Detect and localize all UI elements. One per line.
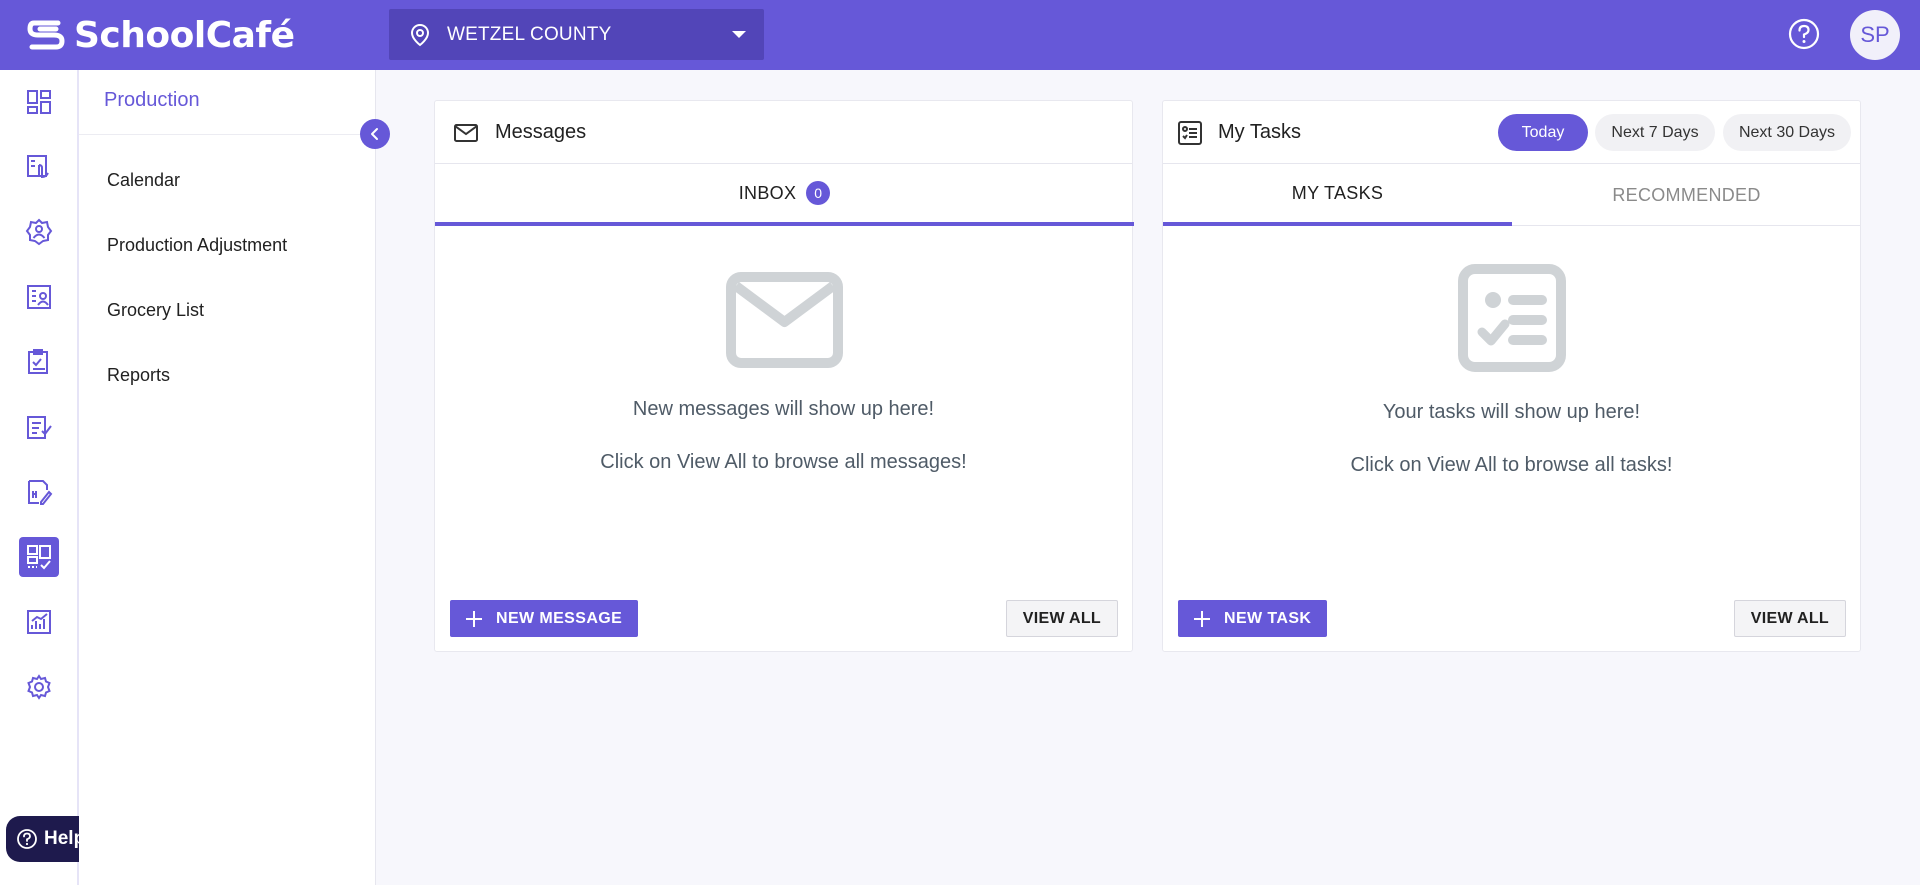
settings-icon [27, 674, 51, 700]
icon-rail: Help [0, 70, 102, 885]
messages-empty-line2: Click on View All to browse all messages… [600, 451, 967, 473]
tasks-tabs: MY TASKS RECOMMENDED [1163, 164, 1860, 226]
new-message-label: NEW MESSAGE [496, 609, 623, 627]
tab-inbox-label: INBOX [738, 182, 797, 203]
rail-reports[interactable] [19, 602, 59, 642]
new-task-label: NEW TASK [1224, 609, 1312, 627]
production-subnav: Production Calendar Production Adjustmen… [79, 70, 376, 885]
tab-my-tasks[interactable]: MY TASKS [1163, 164, 1512, 226]
rail-checklist[interactable] [19, 407, 59, 447]
filter-today[interactable]: Today [1498, 114, 1588, 151]
reports-chart-icon [27, 610, 51, 634]
tasks-view-all-button[interactable]: VIEW ALL [1733, 600, 1846, 637]
filter-next-30-days[interactable]: Next 30 Days [1723, 114, 1851, 151]
tab-recommended[interactable]: RECOMMENDED [1512, 164, 1861, 226]
rail-touch-board[interactable] [19, 147, 59, 187]
menu-edit-icon [28, 480, 53, 505]
rail-menu-edit[interactable] [19, 472, 59, 512]
rail-settings[interactable] [19, 667, 59, 707]
collapse-sidebar-button[interactable] [360, 119, 390, 149]
tasks-header: My Tasks Today Next 7 Days Next 30 Days [1163, 101, 1860, 164]
location-name: WETZEL COUNTY [447, 23, 612, 45]
subnav-item-reports[interactable]: Reports [107, 365, 170, 386]
rail-dashboard[interactable] [19, 82, 59, 122]
production-icon [27, 545, 51, 570]
tasks-empty-line1: Your tasks will show up here! [1382, 401, 1641, 423]
rail-user-list[interactable] [19, 277, 59, 317]
location-pin-icon [410, 23, 430, 47]
inbox-count-badge: 0 [806, 181, 831, 205]
messages-empty-line1: New messages will show up here! [632, 398, 935, 420]
new-message-button[interactable]: NEW MESSAGE [450, 600, 639, 637]
rail-production[interactable] [19, 537, 59, 577]
question-circle-icon [17, 829, 37, 849]
brand-logo[interactable]: SchoolCafé [26, 14, 295, 56]
chevron-down-icon [732, 31, 746, 38]
messages-title: Messages [495, 121, 587, 143]
new-task-button[interactable]: NEW TASK [1178, 600, 1328, 637]
checklist-icon [27, 416, 52, 439]
envelope-icon [454, 124, 478, 142]
subnav-title[interactable]: Production [104, 89, 200, 112]
user-list-icon [27, 285, 51, 309]
user-avatar[interactable]: SP [1850, 10, 1900, 60]
rail-clipboard-check[interactable] [19, 342, 59, 382]
task-list-icon [1458, 264, 1566, 372]
messages-view-all-button[interactable]: VIEW ALL [1005, 600, 1118, 637]
tasks-empty-line2: Click on View All to browse all tasks! [1350, 454, 1673, 476]
subnav-item-production-adjustment[interactable]: Production Adjustment [107, 235, 287, 256]
envelope-icon [726, 272, 843, 368]
location-selector[interactable]: WETZEL COUNTY [389, 9, 764, 60]
messages-card: Messages INBOX 0 New messages will show … [434, 100, 1134, 652]
tasks-title: My Tasks [1218, 121, 1301, 143]
plus-icon [466, 610, 482, 627]
tab-inbox[interactable]: INBOX 0 [435, 164, 1134, 226]
rail-user-settings[interactable] [19, 212, 59, 252]
dashboard-icon [27, 90, 51, 114]
tasks-card: My Tasks Today Next 7 Days Next 30 Days … [1162, 100, 1861, 652]
task-list-icon [1178, 121, 1202, 145]
messages-tabs: INBOX 0 [435, 164, 1134, 226]
chevron-left-icon [371, 128, 378, 140]
schoolcafe-logo-icon [27, 20, 65, 50]
subnav-divider [79, 134, 376, 135]
brand-name: SchoolCafé [74, 14, 295, 56]
question-circle-icon[interactable] [1787, 17, 1821, 51]
subnav-item-grocery-list[interactable]: Grocery List [107, 300, 204, 321]
user-gear-icon [25, 218, 53, 246]
plus-icon [1194, 610, 1210, 627]
messages-header: Messages [435, 101, 1132, 164]
filter-next-7-days[interactable]: Next 7 Days [1595, 114, 1715, 151]
top-bar: SchoolCafé WETZEL COUNTY SP [0, 0, 1920, 70]
touch-board-icon [27, 155, 49, 179]
clipboard-check-icon [28, 349, 48, 374]
subnav-item-calendar[interactable]: Calendar [107, 170, 180, 191]
